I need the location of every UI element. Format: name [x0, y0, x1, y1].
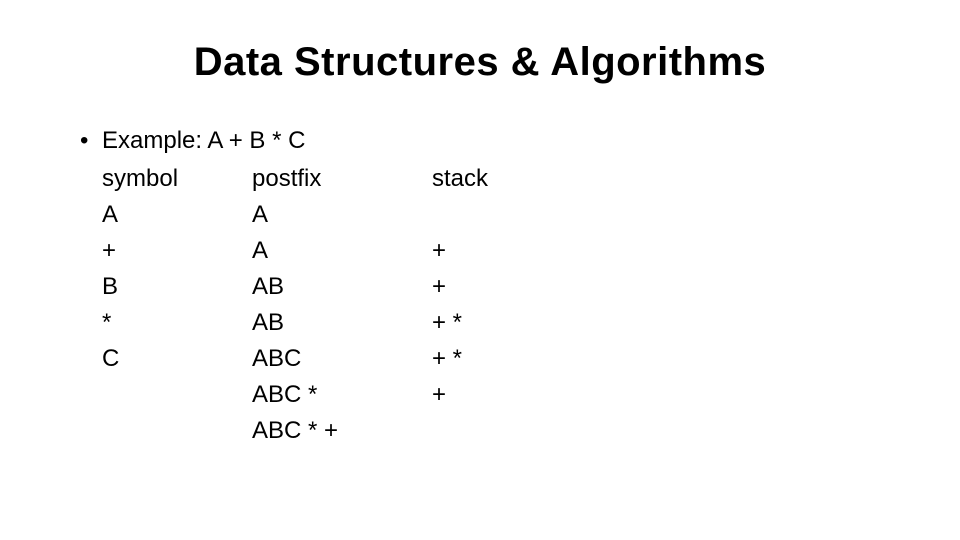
bullet-text: Example: A + B * C — [102, 125, 305, 157]
slide: Data Structures & Algorithms • Example: … — [0, 0, 960, 540]
cell-symbol — [102, 413, 252, 449]
cell-stack: + — [432, 233, 582, 269]
cell-stack: + * — [432, 341, 582, 377]
cell-postfix: ABC * — [252, 377, 432, 413]
table-row: A A — [102, 197, 582, 233]
trace-table: symbol postfix stack A A + A + B AB + * — [102, 161, 582, 449]
bullet-item: • Example: A + B * C — [80, 125, 888, 157]
table-row: ABC * + — [102, 413, 582, 449]
col-header-postfix: postfix — [252, 161, 432, 197]
cell-symbol: B — [102, 269, 252, 305]
cell-stack: + — [432, 377, 582, 413]
table-row: C ABC + * — [102, 341, 582, 377]
cell-stack: + * — [432, 305, 582, 341]
table-row: + A + — [102, 233, 582, 269]
cell-symbol: C — [102, 341, 252, 377]
cell-symbol: A — [102, 197, 252, 233]
cell-postfix: A — [252, 197, 432, 233]
trace-table-wrap: symbol postfix stack A A + A + B AB + * — [102, 161, 888, 449]
cell-postfix: ABC * + — [252, 413, 432, 449]
cell-stack: + — [432, 269, 582, 305]
slide-title: Data Structures & Algorithms — [72, 40, 888, 85]
cell-postfix: AB — [252, 305, 432, 341]
col-header-symbol: symbol — [102, 161, 252, 197]
table-row: * AB + * — [102, 305, 582, 341]
table-header-row: symbol postfix stack — [102, 161, 582, 197]
cell-postfix: ABC — [252, 341, 432, 377]
bullet-dot-icon: • — [80, 125, 102, 157]
cell-symbol: + — [102, 233, 252, 269]
cell-symbol: * — [102, 305, 252, 341]
cell-stack — [432, 197, 582, 233]
table-row: ABC * + — [102, 377, 582, 413]
col-header-stack: stack — [432, 161, 582, 197]
cell-stack — [432, 413, 582, 449]
cell-postfix: A — [252, 233, 432, 269]
table-row: B AB + — [102, 269, 582, 305]
cell-postfix: AB — [252, 269, 432, 305]
cell-symbol — [102, 377, 252, 413]
